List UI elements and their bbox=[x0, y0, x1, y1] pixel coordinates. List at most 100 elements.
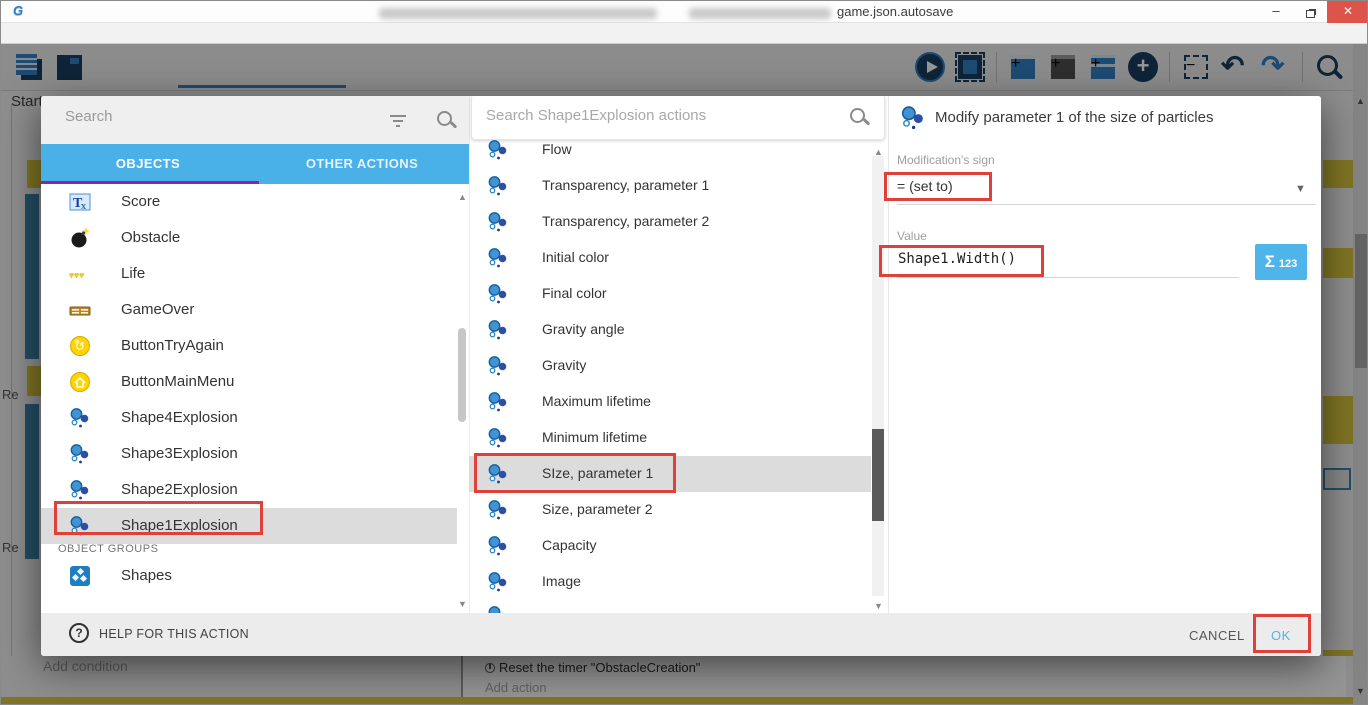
particles-icon bbox=[487, 499, 509, 521]
close-button[interactable]: ✕ bbox=[1327, 1, 1368, 23]
object-label: ButtonTryAgain bbox=[121, 337, 224, 354]
object-list-item[interactable]: GameOver bbox=[41, 292, 457, 328]
particles-icon bbox=[900, 105, 926, 131]
svg-text:x: x bbox=[81, 201, 86, 212]
object-list-item[interactable]: Tx Score bbox=[41, 184, 457, 220]
search-icon[interactable] bbox=[435, 109, 457, 131]
svg-text:↺: ↺ bbox=[75, 340, 85, 354]
particles-icon bbox=[487, 211, 509, 233]
action-label: Capacity bbox=[542, 537, 596, 553]
object-list-item[interactable]: Shape3Explosion bbox=[41, 436, 457, 472]
sign-field-label: Modification's sign bbox=[897, 153, 995, 167]
action-label: Final color bbox=[542, 285, 607, 301]
particles-icon bbox=[69, 479, 91, 501]
objects-search-input[interactable] bbox=[65, 108, 365, 125]
expression-editor-button[interactable]: Σ123 bbox=[1255, 244, 1307, 280]
app-window: G game.json.autosave – ✕ Start bbox=[0, 0, 1368, 705]
group-icon bbox=[69, 565, 91, 587]
action-label: Transparency, parameter 2 bbox=[542, 213, 709, 229]
action-label: Gravity angle bbox=[542, 321, 624, 337]
action-list-item[interactable]: Initial color bbox=[469, 240, 871, 276]
sigma-icon: Σ bbox=[1265, 252, 1275, 271]
scroll-down-arrow-icon[interactable]: ▼ bbox=[458, 599, 467, 609]
action-label: Flow bbox=[542, 141, 572, 157]
action-list-item[interactable]: Transparency, parameter 2 bbox=[469, 204, 871, 240]
action-list-item[interactable]: Transparency, parameter 1 bbox=[469, 168, 871, 204]
restore-button[interactable] bbox=[1293, 1, 1327, 23]
gameover-icon bbox=[69, 299, 91, 321]
help-link[interactable]: HELP FOR THIS ACTION bbox=[99, 627, 249, 641]
particles-icon bbox=[487, 139, 509, 161]
action-list-item[interactable]: Image bbox=[469, 564, 871, 600]
annotation-box-shape1explosion bbox=[54, 501, 263, 535]
object-label: GameOver bbox=[121, 301, 194, 318]
object-group-item[interactable]: Shapes bbox=[41, 558, 457, 594]
action-list-item[interactable]: Minimum lifetime bbox=[469, 420, 871, 456]
minimize-button[interactable]: – bbox=[1259, 1, 1293, 23]
field-underline bbox=[897, 277, 1239, 278]
object-list-item[interactable]: Shape4Explosion bbox=[41, 400, 457, 436]
actions-search-input[interactable] bbox=[486, 107, 816, 124]
object-label: Shape3Explosion bbox=[121, 445, 238, 462]
particles-icon bbox=[69, 443, 91, 465]
scroll-down-arrow-icon[interactable]: ▼ bbox=[874, 601, 883, 611]
annotation-box-value bbox=[879, 245, 1044, 277]
app-logo-icon: G bbox=[13, 3, 23, 18]
object-label: Score bbox=[121, 193, 160, 210]
object-label: ButtonMainMenu bbox=[121, 373, 234, 390]
blurred-title-segment bbox=[689, 8, 831, 19]
scrollbar-track[interactable] bbox=[872, 156, 884, 596]
hearts-icon: ♥♥♥ bbox=[69, 263, 91, 285]
object-label: Shape2Explosion bbox=[121, 481, 238, 498]
object-list-item[interactable]: Obstacle bbox=[41, 220, 457, 256]
object-list-item[interactable]: ↺ ButtonTryAgain bbox=[41, 328, 457, 364]
title-bar: G game.json.autosave – ✕ bbox=[1, 1, 1368, 23]
scrollbar-thumb[interactable] bbox=[458, 328, 466, 422]
tab-other-actions[interactable]: OTHER ACTIONS bbox=[255, 144, 469, 184]
object-label: Life bbox=[121, 265, 145, 282]
action-title: Modify parameter 1 of the size of partic… bbox=[935, 109, 1213, 126]
action-label: Size, parameter 2 bbox=[542, 501, 653, 517]
tab-objects[interactable]: OBJECTS bbox=[41, 144, 255, 184]
help-icon[interactable]: ? bbox=[69, 623, 89, 643]
window-title: game.json.autosave bbox=[837, 4, 953, 19]
object-label: Shape4Explosion bbox=[121, 409, 238, 426]
bomb-icon bbox=[69, 227, 91, 249]
value-field-label: Value bbox=[897, 229, 927, 243]
scrollbar-thumb[interactable] bbox=[872, 429, 884, 521]
annotation-box-size-parameter-1 bbox=[474, 453, 676, 493]
action-label: Initial color bbox=[542, 249, 609, 265]
object-list-item[interactable]: ♥♥♥ Life bbox=[41, 256, 457, 292]
actions-list: Flow Transparency, parameter 1 Transpare… bbox=[469, 132, 887, 613]
particles-icon bbox=[487, 427, 509, 449]
svg-text:♥♥♥: ♥♥♥ bbox=[69, 270, 84, 280]
object-list-item[interactable]: ButtonMainMenu bbox=[41, 364, 457, 400]
chevron-down-icon[interactable]: ▼ bbox=[1295, 183, 1306, 195]
action-list-item[interactable]: Maximum lifetime bbox=[469, 384, 871, 420]
particles-icon bbox=[487, 535, 509, 557]
action-list-item[interactable]: Capacity bbox=[469, 528, 871, 564]
action-label: Maximum lifetime bbox=[542, 393, 651, 409]
scroll-up-arrow-icon[interactable]: ▲ bbox=[458, 192, 467, 202]
filter-icon[interactable] bbox=[389, 113, 409, 134]
action-label: Transparency, parameter 1 bbox=[542, 177, 709, 193]
blurred-title-segment bbox=[379, 8, 657, 19]
particles-icon bbox=[487, 247, 509, 269]
object-label: Obstacle bbox=[121, 229, 180, 246]
action-list-item[interactable]: Final color bbox=[469, 276, 871, 312]
objects-tabbar: OBJECTS OTHER ACTIONS bbox=[41, 144, 469, 184]
cancel-button[interactable]: CANCEL bbox=[1189, 628, 1245, 643]
particles-icon bbox=[487, 175, 509, 197]
search-icon[interactable] bbox=[848, 106, 870, 128]
objects-list: Tx Score Obstacle ♥♥♥ Life GameOver ↺ Bu… bbox=[41, 184, 469, 613]
object-groups-header: OBJECT GROUPS bbox=[58, 543, 158, 555]
action-list-item[interactable]: Size, parameter 2 bbox=[469, 492, 871, 528]
particles-icon bbox=[487, 283, 509, 305]
action-list-item[interactable]: Gravity angle bbox=[469, 312, 871, 348]
action-list-item[interactable]: Gravity bbox=[469, 348, 871, 384]
action-list-item[interactable]: Flow bbox=[469, 132, 871, 168]
action-label: Image bbox=[542, 573, 581, 589]
choose-action-dialog: OBJECTS OTHER ACTIONS Tx Score Obstacle … bbox=[41, 96, 1321, 656]
particles-icon bbox=[69, 407, 91, 429]
dialog-footer: ? HELP FOR THIS ACTION CANCEL OK bbox=[41, 613, 1321, 656]
